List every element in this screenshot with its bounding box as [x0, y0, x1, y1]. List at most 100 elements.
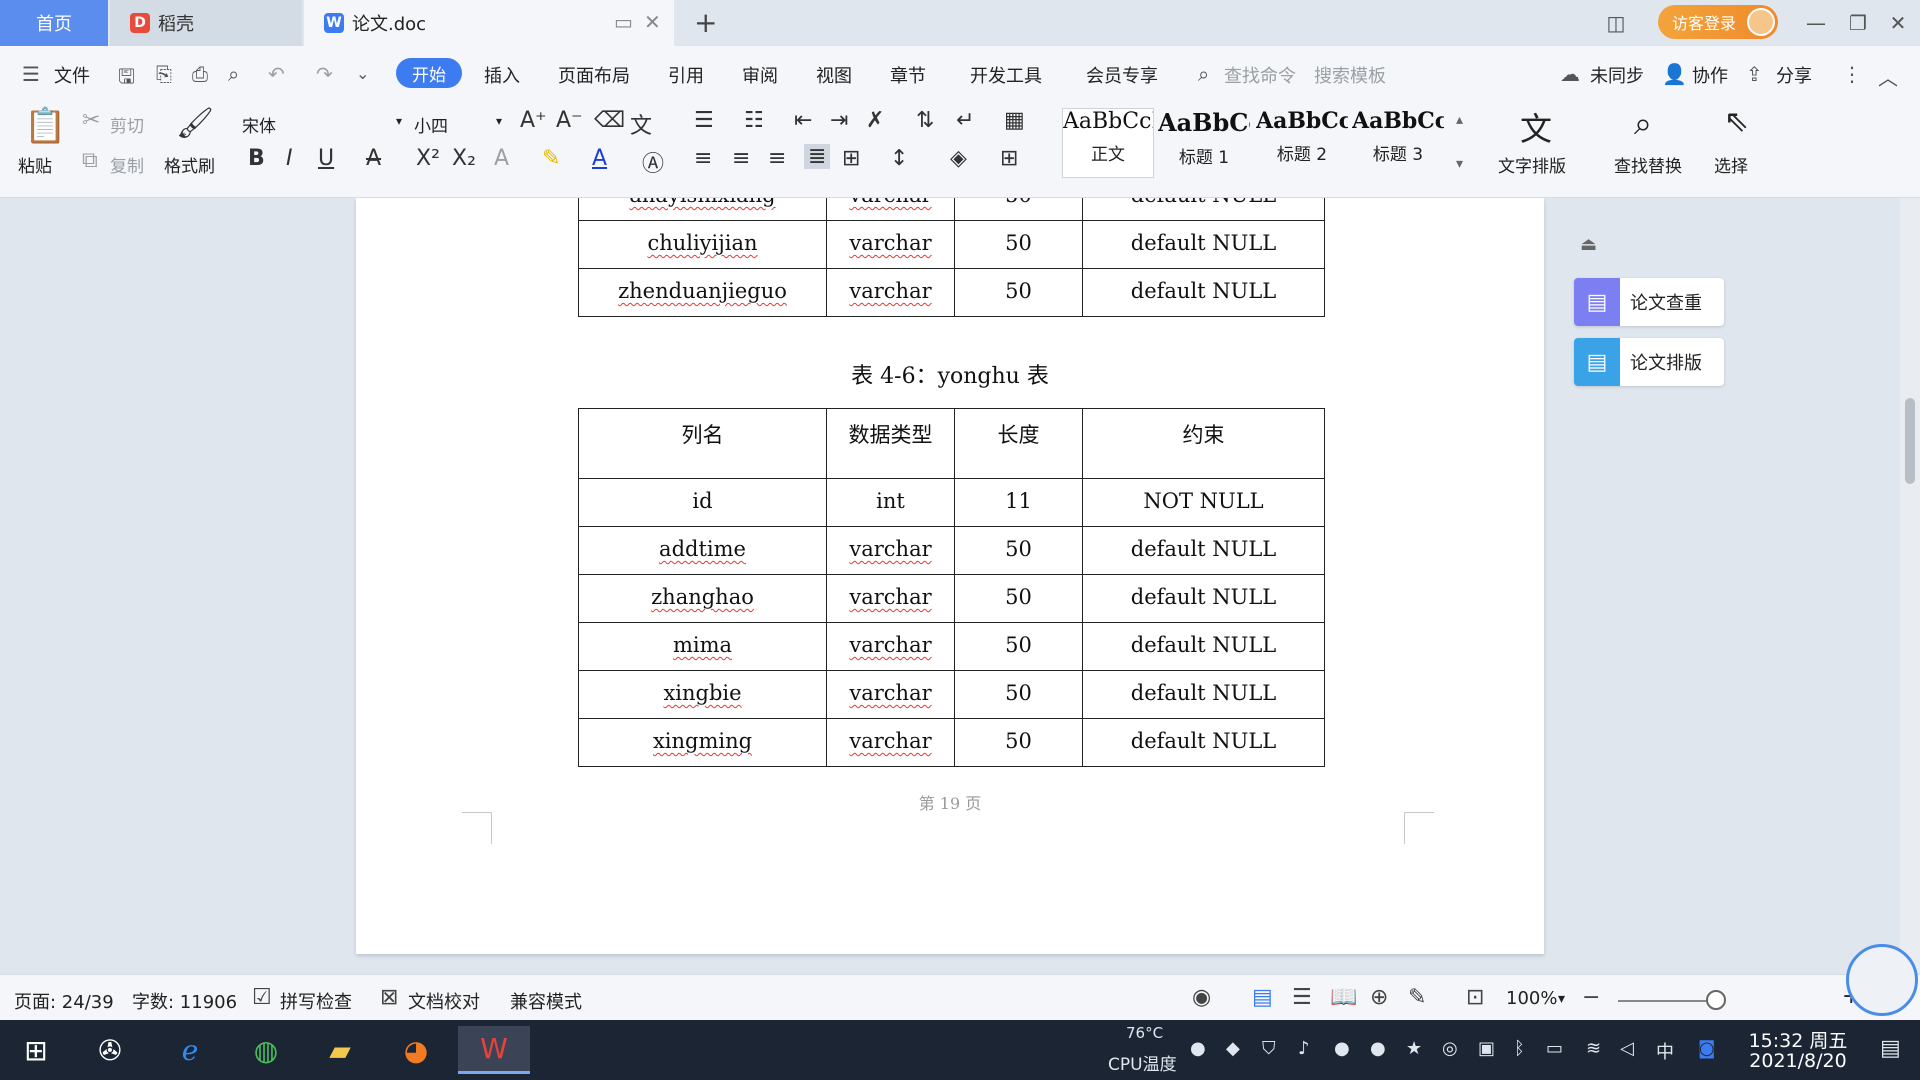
- highlight-icon[interactable]: ✎: [542, 146, 560, 171]
- scrollbar-thumb[interactable]: [1905, 398, 1915, 484]
- align-center-icon[interactable]: ≡: [732, 146, 750, 171]
- game-app-icon[interactable]: ◕: [386, 1026, 446, 1074]
- write-mode-icon[interactable]: ✎: [1408, 985, 1426, 1010]
- font-color-icon[interactable]: A: [592, 146, 607, 171]
- menu-page-layout[interactable]: 页面布局: [558, 62, 630, 88]
- ie-browser-icon[interactable]: ℯ: [160, 1026, 220, 1074]
- style-heading-3[interactable]: AaBbCc 标题 3: [1352, 108, 1444, 178]
- spell-check-button[interactable]: 拼写检查: [280, 988, 352, 1014]
- chevron-down-icon[interactable]: ▾: [1558, 991, 1565, 1007]
- document-page[interactable]: anayishixiang varchar 50 default NULL ch…: [356, 198, 1544, 954]
- clock-date[interactable]: 2021/8/20: [1746, 1050, 1850, 1072]
- chevron-down-icon[interactable]: ⌄: [356, 64, 369, 83]
- page-indicator[interactable]: 页面: 24/39: [14, 988, 114, 1014]
- underline-icon[interactable]: U: [318, 146, 334, 171]
- align-left-icon[interactable]: ≡: [694, 146, 712, 171]
- clock-time[interactable]: 15:32 周五: [1748, 1026, 1848, 1053]
- new-tab-button[interactable]: +: [694, 6, 717, 39]
- print-icon[interactable]: ⎙: [192, 62, 208, 86]
- copy-icon[interactable]: ⧉: [82, 148, 98, 173]
- style-more-icon[interactable]: ▾: [1456, 156, 1463, 172]
- hamburger-icon[interactable]: ☰: [22, 62, 40, 86]
- notification-icon[interactable]: ▤: [1880, 1036, 1901, 1061]
- decrease-indent-icon[interactable]: ⇤: [794, 108, 812, 133]
- grow-font-icon[interactable]: A⁺: [520, 108, 547, 133]
- align-right-icon[interactable]: ≡: [768, 146, 786, 171]
- tab-home[interactable]: 首页: [0, 0, 108, 46]
- redo-icon[interactable]: ↷: [316, 62, 333, 86]
- paste-icon[interactable]: 📋: [24, 106, 66, 146]
- menu-start[interactable]: 开始: [396, 58, 462, 88]
- word-count[interactable]: 字数: 11906: [132, 988, 237, 1014]
- menu-member[interactable]: 会员专享: [1086, 62, 1158, 88]
- cut-button[interactable]: 剪切: [110, 112, 144, 137]
- collab-button[interactable]: 协作: [1692, 62, 1728, 88]
- menu-developer[interactable]: 开发工具: [970, 62, 1042, 88]
- style-scroll-up-icon[interactable]: ▴: [1456, 112, 1463, 128]
- font-name-select[interactable]: 宋体: [242, 112, 276, 137]
- distribute-icon[interactable]: ⊞: [842, 146, 860, 171]
- windows-start-icon[interactable]: ⊞: [6, 1026, 66, 1074]
- format-painter-icon[interactable]: 🖌: [176, 106, 214, 141]
- vertical-scrollbar[interactable]: [1900, 198, 1920, 974]
- copy-button[interactable]: 复制: [110, 152, 144, 177]
- bluetooth-icon[interactable]: ᛒ: [1514, 1038, 1525, 1059]
- paste-button[interactable]: 粘贴: [18, 152, 52, 177]
- paper-check-button[interactable]: ▤ 论文查重: [1574, 278, 1724, 326]
- search-command-input[interactable]: 查找命令: [1224, 62, 1296, 88]
- share-button[interactable]: 分享: [1776, 62, 1812, 88]
- more-icon[interactable]: ⋮: [1842, 62, 1862, 86]
- ime-indicator[interactable]: 中: [1656, 1038, 1674, 1064]
- select-button[interactable]: 选择: [1714, 152, 1748, 177]
- outline-view-icon[interactable]: ☰: [1292, 985, 1312, 1010]
- line-spacing-icon[interactable]: ↕: [890, 146, 908, 171]
- superscript-icon[interactable]: X²: [416, 146, 440, 171]
- zoom-level[interactable]: 100%: [1506, 988, 1557, 1009]
- zoom-slider[interactable]: [1618, 1000, 1718, 1002]
- bell-icon[interactable]: ♪: [1298, 1038, 1310, 1059]
- char-border-icon[interactable]: Ⓐ: [642, 146, 664, 178]
- close-button[interactable]: ✕: [1878, 8, 1918, 38]
- subscript-icon[interactable]: X₂: [452, 146, 476, 171]
- bullet-list-icon[interactable]: ☰: [694, 108, 714, 133]
- assistant-robot-icon[interactable]: [1846, 944, 1918, 1016]
- justify-icon[interactable]: ≣: [804, 144, 831, 169]
- page-view-icon[interactable]: ▤: [1252, 985, 1273, 1010]
- browser-360-icon[interactable]: ◍: [236, 1026, 296, 1074]
- phonetic-icon[interactable]: 文: [630, 108, 652, 140]
- text-effect-icon[interactable]: A: [494, 146, 509, 171]
- tray-app-icon[interactable]: ●: [1190, 1038, 1206, 1059]
- search-app-icon[interactable]: ◙: [1698, 1038, 1715, 1059]
- borders-icon[interactable]: ⊞: [1000, 146, 1018, 171]
- bold-icon[interactable]: B: [248, 146, 265, 171]
- menu-insert[interactable]: 插入: [484, 62, 520, 88]
- italic-icon[interactable]: I: [286, 146, 293, 171]
- guest-login-button[interactable]: 访客登录: [1658, 5, 1778, 39]
- menu-view[interactable]: 视图: [816, 62, 852, 88]
- sort-icon[interactable]: ⇅: [916, 108, 934, 133]
- find-replace-icon[interactable]: ⌕: [1634, 104, 1652, 143]
- tray-app-icon[interactable]: ◆: [1226, 1038, 1240, 1059]
- search-template-input[interactable]: 搜索模板: [1314, 62, 1386, 88]
- file-explorer-icon[interactable]: ▰: [310, 1026, 370, 1074]
- clear-format-icon[interactable]: ⌫: [594, 108, 625, 133]
- fan-app-icon[interactable]: ✇: [80, 1026, 140, 1074]
- minimize-button[interactable]: —: [1796, 8, 1836, 38]
- numbered-list-icon[interactable]: ☷: [744, 108, 764, 133]
- wps-taskbar-icon[interactable]: W: [458, 1026, 530, 1074]
- sync-button[interactable]: 未同步: [1590, 62, 1644, 88]
- zoom-out-icon[interactable]: −: [1582, 985, 1600, 1010]
- chevron-down-icon[interactable]: ▾: [396, 114, 402, 128]
- layout-icon[interactable]: ◫: [1596, 8, 1636, 38]
- cut-icon[interactable]: ✂: [82, 108, 100, 133]
- collapse-ribbon-icon[interactable]: ︿: [1878, 62, 1898, 91]
- strikethrough-icon[interactable]: A: [366, 146, 381, 171]
- tab-document[interactable]: W 论文.doc ▭ ✕: [304, 0, 674, 46]
- wifi-icon[interactable]: ≋: [1586, 1038, 1601, 1059]
- monitor-icon[interactable]: ▭: [614, 10, 633, 34]
- read-mode-icon[interactable]: 📖: [1330, 985, 1357, 1010]
- text-layout-button[interactable]: 文字排版: [1498, 152, 1566, 177]
- font-size-select[interactable]: 小四: [414, 112, 448, 137]
- web-view-icon[interactable]: ⊕: [1370, 985, 1388, 1010]
- menu-review[interactable]: 审阅: [742, 62, 778, 88]
